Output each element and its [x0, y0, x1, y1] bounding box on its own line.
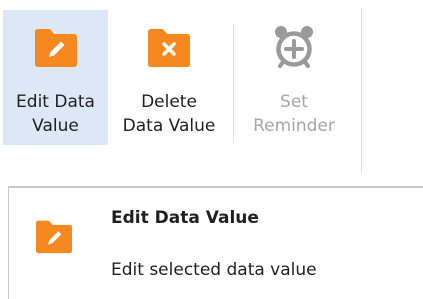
alarm-clock-add-icon: [271, 24, 317, 70]
folder-edit-icon: [34, 218, 74, 258]
ribbon-group: Edit Data Value Delete Data Value Set Re…: [0, 0, 423, 172]
tooltip-description: Edit selected data value: [111, 260, 317, 280]
tooltip: Edit Data Value Edit selected data value: [8, 186, 423, 299]
tooltip-title: Edit Data Value: [111, 208, 259, 228]
ribbon-group-separator: [361, 8, 362, 172]
set-reminder-button[interactable]: Set Reminder: [236, 10, 352, 145]
folder-edit-icon: [33, 24, 79, 70]
edit-data-value-label: Edit Data Value: [16, 92, 95, 136]
folder-delete-icon: [146, 24, 192, 70]
set-reminder-label: Set Reminder: [253, 92, 335, 136]
delete-data-value-label: Delete Data Value: [122, 92, 216, 136]
delete-data-value-button[interactable]: Delete Data Value: [108, 10, 230, 145]
ribbon-separator: [233, 24, 234, 142]
edit-data-value-button[interactable]: Edit Data Value: [3, 10, 108, 145]
